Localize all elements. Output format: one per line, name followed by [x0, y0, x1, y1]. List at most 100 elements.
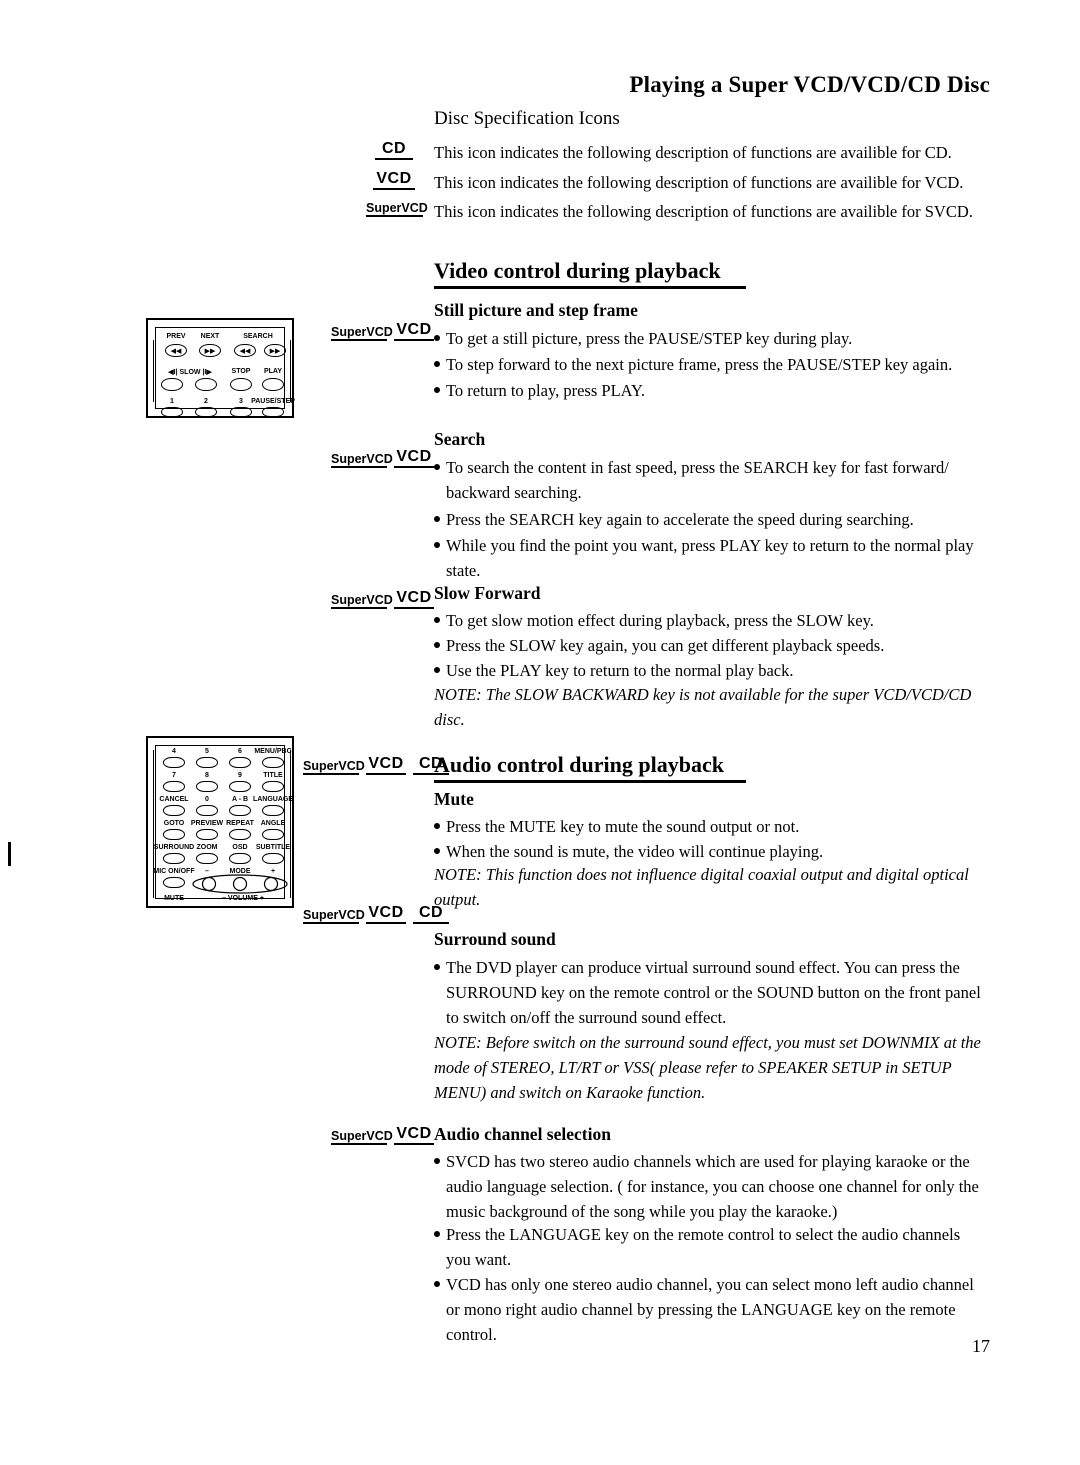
badges-still-picture: SuperVCD VCD [331, 321, 441, 341]
remote-label-3: 3 [239, 398, 243, 405]
audio-section-title: Audio control during playback [434, 752, 724, 777]
remote-label-surround: SURROUND [153, 844, 195, 851]
cd-icon: CD [375, 140, 413, 160]
bullet-text: While you find the point you want, press… [446, 536, 974, 580]
bullet-text: Press the SLOW key again, you can get di… [446, 636, 885, 655]
bullet-dot [434, 516, 440, 522]
bullet-item: SVCD has two stereo audio channels which… [434, 1149, 990, 1224]
bullet-text: SVCD has two stereo audio channels which… [446, 1152, 979, 1221]
remote-right-bar [290, 750, 291, 898]
subsection-title-search: Search [434, 429, 486, 449]
video-section-title: Video control during playback [434, 258, 721, 283]
remote-label-volume: – VOLUME + [222, 895, 264, 902]
remote-key-2 [195, 407, 217, 417]
remote-key-6 [229, 757, 251, 768]
badges-audio-section: SuperVCD VCD CD [303, 755, 456, 775]
remote-right-bar [290, 340, 291, 402]
manual-page: Playing a Super VCD/VCD/CD Disc Disc Spe… [0, 0, 1080, 1465]
remote-control-bottom-illustration: 4 5 6 MENU/PBC 7 8 9 TITLE CANCEL 0 A - … [146, 736, 294, 908]
remote-label-preview: PREVIEW [190, 820, 224, 827]
bullet-dot [434, 464, 440, 470]
note-mute: NOTE: This function does not influence d… [434, 865, 969, 909]
bullet-item: To get a still picture, press the PAUSE/… [434, 326, 994, 351]
vcd-icon: VCD [373, 170, 415, 190]
remote-label-9: 9 [238, 772, 242, 779]
audio-section-underline [434, 780, 746, 783]
cd-icon: CD [413, 904, 449, 924]
remote-volume-cluster-icon [192, 874, 288, 894]
remote-key-0 [196, 805, 218, 816]
vcd-icon: VCD [394, 321, 434, 341]
vcd-icon: VCD [394, 448, 434, 468]
remote-control-top-illustration: PREV NEXT SEARCH ◀◀ ▶▶ ◀◀ ▶▶ ◀I| SLOW |I… [146, 318, 295, 418]
remote-key-3 [230, 407, 252, 417]
remote-label-zoom: ZOOM [196, 844, 218, 851]
remote-key-osd [229, 853, 251, 864]
badges-slow-forward: SuperVCD VCD [331, 589, 441, 609]
bullet-dot [434, 823, 440, 829]
disc-spec-text-vcd: This icon indicates the following descri… [434, 173, 964, 192]
badges-search: SuperVCD VCD [331, 448, 441, 468]
remote-key-zoom [196, 853, 218, 864]
remote-key-language [262, 805, 284, 816]
remote-left-bar [153, 340, 154, 402]
badges-surround-sound: SuperVCD VCD CD [303, 904, 456, 924]
remote-label-5: 5 [205, 748, 209, 755]
vcd-icon: VCD [366, 755, 406, 775]
remote-label-osd: OSD [232, 844, 248, 851]
remote-key-5 [196, 757, 218, 768]
remote-label-repeat: REPEAT [226, 820, 254, 827]
remote-glyph-prev: ◀◀ [170, 348, 182, 355]
remote-label-cancel: CANCEL [159, 796, 189, 803]
page-number: 17 [972, 1336, 990, 1356]
remote-label-mute: MUTE [164, 895, 184, 902]
remote-label-1: 1 [170, 398, 174, 405]
remote-label-angle: ANGLE [260, 820, 286, 827]
bullet-item: Press the LANGUAGE key on the remote con… [434, 1222, 986, 1272]
subsection-title-still-picture: Still picture and step frame [434, 300, 638, 320]
bullet-text: Press the SEARCH key again to accelerate… [446, 510, 914, 529]
subsection-title-surround-sound: Surround sound [434, 929, 556, 949]
remote-key-4 [163, 757, 185, 768]
note-slow-forward: NOTE: The SLOW BACKWARD key is not avail… [434, 685, 972, 729]
remote-label-slow: ◀I| SLOW |I▶ [168, 369, 212, 376]
bullet-text: Use the PLAY key to return to the normal… [446, 661, 794, 680]
remote-label-goto: GOTO [163, 820, 185, 827]
supervcd-icon: SuperVCD [303, 908, 365, 924]
bullet-text: To search the content in fast speed, pre… [446, 458, 949, 502]
remote-label-language: LANGUAGE [252, 796, 294, 803]
remote-label-stop: STOP [231, 368, 251, 375]
remote-label-a-b: A - B [231, 796, 249, 803]
video-section-underline [434, 286, 746, 289]
bullet-item: Press the SLOW key again, you can get di… [434, 633, 984, 658]
bullet-text: To return to play, press PLAY. [446, 381, 645, 400]
bullet-text: To get a still picture, press the PAUSE/… [446, 329, 853, 348]
remote-label-6: 6 [238, 748, 242, 755]
bullet-dot [434, 1158, 440, 1164]
remote-label-7: 7 [172, 772, 176, 779]
supervcd-icon: SuperVCD [331, 452, 393, 468]
bullet-dot [434, 361, 440, 367]
remote-key-play [262, 378, 284, 391]
remote-label-title: TITLE [263, 772, 283, 779]
remote-key-repeat [229, 829, 251, 840]
supervcd-icon: SuperVCD [331, 593, 393, 609]
remote-key-1 [161, 407, 183, 417]
bullet-item: To get slow motion effect during playbac… [434, 608, 984, 633]
remote-label-menu-pbc: MENU/PBC [254, 748, 292, 755]
remote-key-goto [163, 829, 185, 840]
bullet-dot [434, 667, 440, 673]
remote-label-pause-step: PAUSE/STEP [251, 398, 295, 405]
remote-key-9 [229, 781, 251, 792]
bullet-dot [434, 642, 440, 648]
bullet-text: VCD has only one stereo audio channel, y… [446, 1275, 974, 1344]
bullet-item: Use the PLAY key to return to the normal… [434, 658, 984, 683]
subsection-title-audio-channel: Audio channel selection [434, 1124, 611, 1144]
supervcd-icon: SuperVCD [331, 1129, 393, 1145]
cd-icon: CD [413, 755, 449, 775]
remote-left-bar [153, 750, 154, 898]
remote-key-angle [262, 829, 284, 840]
bullet-text: The DVD player can produce virtual surro… [446, 958, 981, 1027]
subsection-title-slow-forward: Slow Forward [434, 583, 541, 603]
remote-glyph-search-fwd: ▶▶ [269, 348, 281, 355]
